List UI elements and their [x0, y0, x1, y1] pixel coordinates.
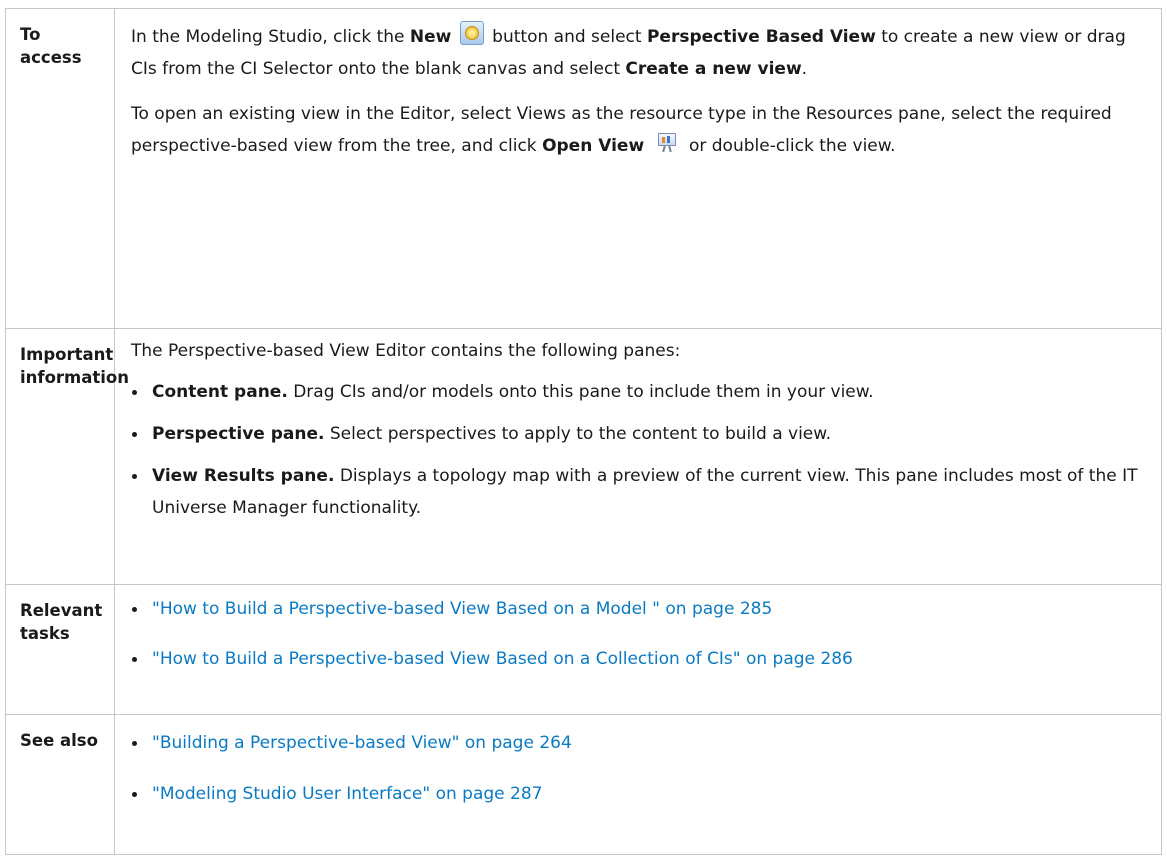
list-item: "Modeling Studio User Interface" on page…	[131, 778, 1143, 810]
pane-description: Select perspectives to apply to the cont…	[329, 424, 832, 444]
list-item: "How to Build a Perspective-based View B…	[131, 593, 1143, 625]
list-item: Content pane. Drag CIs and/or models ont…	[131, 376, 1143, 408]
row-see-also: See also "Building a Perspective-based V…	[5, 714, 1162, 855]
bullet-dot	[132, 607, 137, 612]
open-view-label: Open View	[542, 136, 645, 156]
row-label-to-access: To access	[5, 8, 115, 329]
task-link[interactable]: "How to Build a Perspective-based View B…	[152, 649, 853, 669]
pane-description: Drag CIs and/or models onto this pane to…	[293, 382, 874, 402]
pane-term: Content pane.	[152, 382, 288, 402]
row-label-important-information: Important information	[5, 328, 129, 585]
row-relevant-tasks: Relevant tasks "How to Build a Perspecti…	[5, 584, 1162, 715]
pane-term: View Results pane.	[152, 466, 335, 486]
see-also-list: "Building a Perspective-based View" on p…	[131, 727, 1143, 810]
see-also-link[interactable]: "Building a Perspective-based View" on p…	[152, 733, 572, 753]
important-intro: The Perspective-based View Editor contai…	[131, 341, 681, 361]
bullet-dot	[132, 474, 137, 479]
access-p1-mid1: button and select	[492, 27, 642, 47]
new-button-label: New	[409, 27, 452, 47]
bullet-dot	[132, 390, 137, 395]
row-content-important-information: The Perspective-based View Editor contai…	[114, 328, 1162, 585]
task-link[interactable]: "How to Build a Perspective-based View B…	[152, 599, 772, 619]
tasks-list: "How to Build a Perspective-based View B…	[131, 593, 1143, 675]
list-item: "How to Build a Perspective-based View B…	[131, 643, 1143, 675]
new-star-icon	[459, 21, 484, 45]
access-p1-end: .	[801, 59, 808, 79]
perspective-based-view-label: Perspective Based View	[646, 27, 876, 47]
access-p2-end: or double-click the view.	[688, 136, 896, 156]
list-item: "Building a Perspective-based View" on p…	[131, 727, 1143, 759]
access-p1-prefix: In the Modeling Studio, click the	[131, 27, 405, 47]
open-view-presentation-icon	[656, 131, 678, 153]
panes-list: Content pane. Drag CIs and/or models ont…	[131, 376, 1143, 524]
bullet-dot	[132, 657, 137, 662]
see-also-link[interactable]: "Modeling Studio User Interface" on page…	[152, 784, 542, 804]
access-paragraph-1: In the Modeling Studio, click the New bu…	[131, 21, 1143, 85]
row-content-see-also: "Building a Perspective-based View" on p…	[114, 714, 1162, 855]
row-label-see-also: See also	[5, 714, 115, 855]
row-important-information: Important information The Perspective-ba…	[5, 328, 1162, 585]
pane-term: Perspective pane.	[152, 424, 325, 444]
row-content-relevant-tasks: "How to Build a Perspective-based View B…	[114, 584, 1162, 715]
list-item: Perspective pane. Select perspectives to…	[131, 418, 1143, 450]
create-new-view-label: Create a new view	[625, 59, 802, 79]
row-content-to-access: In the Modeling Studio, click the New bu…	[114, 8, 1162, 329]
row-label-relevant-tasks: Relevant tasks	[5, 584, 115, 715]
bullet-dot	[132, 432, 137, 437]
bullet-dot	[132, 792, 137, 797]
reference-table: To access In the Modeling Studio, click …	[5, 8, 1162, 855]
bullet-dot	[132, 741, 137, 746]
access-paragraph-2: To open an existing view in the Editor, …	[131, 98, 1143, 162]
list-item: View Results pane. Displays a topology m…	[131, 460, 1143, 524]
row-to-access: To access In the Modeling Studio, click …	[5, 8, 1162, 329]
